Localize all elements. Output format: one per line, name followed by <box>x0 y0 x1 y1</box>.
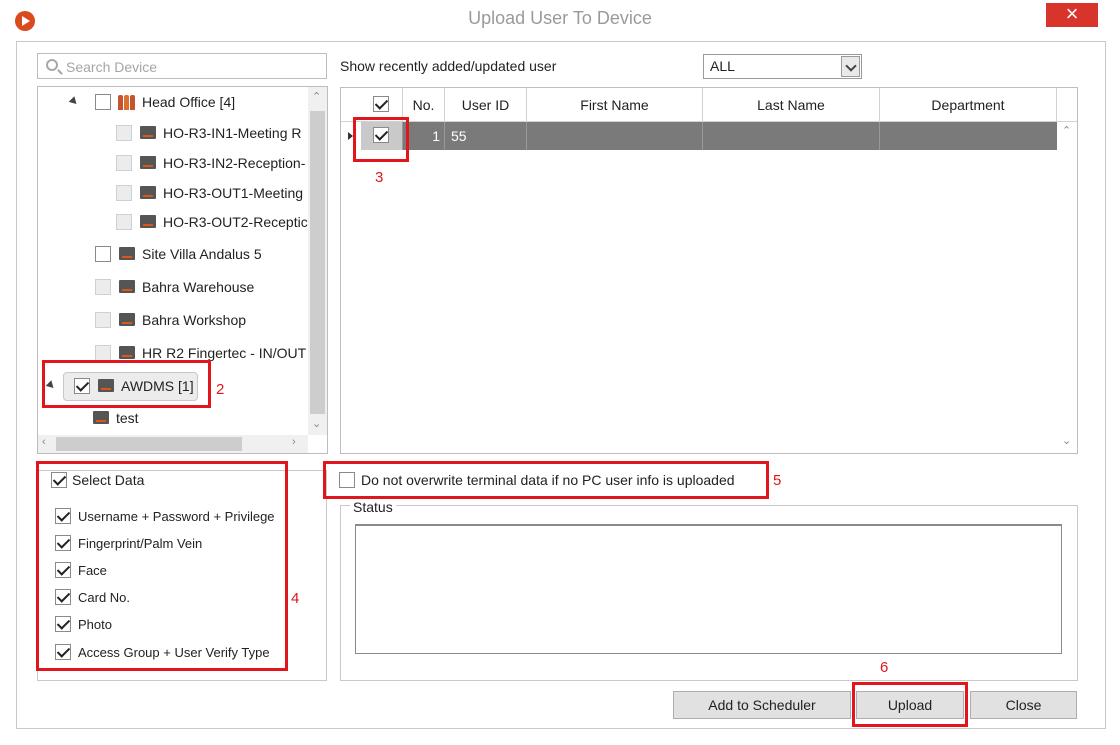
device-icon <box>140 215 156 228</box>
tree-item-device[interactable]: Site Villa Andalus 5 <box>38 242 308 266</box>
cell-first-name[interactable] <box>527 122 703 150</box>
tree-horizontal-scrollbar[interactable]: ‹ › <box>38 435 308 453</box>
tree-item-device[interactable]: HO-R3-OUT2-Receptic <box>38 210 308 234</box>
tree-item-label: HO-R3-OUT1-Meeting <box>163 185 304 201</box>
tree-item-label: Site Villa Andalus 5 <box>142 246 262 262</box>
grid-header-filler <box>1057 88 1077 122</box>
device-icon <box>140 126 156 139</box>
tree-checkbox[interactable] <box>116 185 132 201</box>
column-header-last-name[interactable]: Last Name <box>703 88 880 122</box>
recent-select-value: ALL <box>710 58 735 74</box>
grid-vertical-scrollbar[interactable]: ⌃ ⌄ <box>1057 122 1077 453</box>
tree-item-label: HO-R3-OUT2-Receptic <box>163 214 308 230</box>
tree-checkbox[interactable] <box>116 155 132 171</box>
tree-item-head-office[interactable]: Head Office [4] <box>38 90 308 114</box>
tree-item-label: test <box>116 410 139 426</box>
scroll-down-icon[interactable]: ⌄ <box>312 417 321 430</box>
select-all-checkbox[interactable] <box>373 96 389 112</box>
annotation-number-2: 2 <box>216 381 225 398</box>
tree-item-label: Bahra Warehouse <box>142 279 255 295</box>
column-header-first-name[interactable]: First Name <box>527 88 703 122</box>
column-header-user-id[interactable]: User ID <box>445 88 527 122</box>
upload-user-window: Upload User To Device × Head Office [4] … <box>0 0 1120 745</box>
tree-item-label: HO-R3-IN2-Reception- <box>163 155 306 171</box>
group-icon <box>118 95 136 110</box>
status-textarea[interactable] <box>355 524 1062 654</box>
tree-item-device[interactable]: HO-R3-IN2-Reception- <box>38 151 308 175</box>
tree-item-label: HO-R3-IN1-Meeting R <box>163 125 302 141</box>
annotation-number-4: 4 <box>291 590 300 607</box>
tree-checkbox[interactable] <box>95 94 111 110</box>
annotation-box-2 <box>42 360 211 408</box>
chevron-down-icon[interactable] <box>841 56 860 77</box>
device-icon <box>93 411 109 424</box>
add-to-scheduler-button[interactable]: Add to Scheduler <box>673 691 851 719</box>
table-row[interactable]: 1 55 <box>341 122 1057 150</box>
device-icon <box>119 280 135 293</box>
cell-user-id[interactable]: 55 <box>445 122 527 150</box>
annotation-number-6: 6 <box>880 659 889 676</box>
tree-checkbox[interactable] <box>116 214 132 230</box>
tree-item-test[interactable]: test <box>38 406 308 430</box>
tree-checkbox[interactable] <box>95 345 111 361</box>
tree-checkbox[interactable] <box>116 125 132 141</box>
tree-checkbox[interactable] <box>95 246 111 262</box>
annotation-box-4 <box>36 461 288 671</box>
scrollbar-thumb[interactable] <box>56 437 242 451</box>
tree-item-label: Head Office [4] <box>142 94 236 110</box>
cell-department[interactable] <box>880 122 1057 150</box>
annotation-box-6 <box>852 682 968 727</box>
tree-checkbox[interactable] <box>95 312 111 328</box>
device-icon <box>119 247 135 260</box>
tree-item-label: Bahra Workshop <box>142 312 247 328</box>
device-icon <box>140 186 156 199</box>
tree-item-device[interactable]: Bahra Warehouse <box>38 275 308 299</box>
tree-item-device[interactable]: HO-R3-IN1-Meeting R <box>38 121 308 145</box>
expand-triangle-icon[interactable] <box>68 96 80 107</box>
scroll-down-icon[interactable]: ⌄ <box>1062 434 1071 447</box>
search-icon <box>46 59 58 71</box>
device-icon <box>119 346 135 359</box>
scroll-left-icon[interactable]: ‹ <box>42 436 46 448</box>
recent-users-select[interactable]: ALL <box>703 54 862 79</box>
scrollbar-thumb[interactable] <box>310 111 325 414</box>
window-title: Upload User To Device <box>468 8 652 28</box>
status-legend: Status <box>350 499 396 515</box>
tree-vertical-scrollbar[interactable]: ⌃ ⌄ <box>308 87 327 435</box>
scroll-right-icon[interactable]: › <box>292 436 296 448</box>
annotation-box-5 <box>323 461 769 499</box>
cell-last-name[interactable] <box>703 122 880 150</box>
window-close-button[interactable]: × <box>1046 3 1098 27</box>
tree-checkbox[interactable] <box>95 279 111 295</box>
column-header-department[interactable]: Department <box>880 88 1057 122</box>
close-button[interactable]: Close <box>970 691 1077 719</box>
search-device-input[interactable] <box>66 58 316 76</box>
scroll-up-icon[interactable]: ⌃ <box>312 90 321 103</box>
annotation-number-5: 5 <box>773 472 782 489</box>
annotation-box-3 <box>353 117 409 162</box>
device-icon <box>119 313 135 326</box>
cell-no[interactable]: 1 <box>403 122 445 150</box>
tree-item-device[interactable]: Bahra Workshop <box>38 308 308 332</box>
tree-item-device[interactable]: HO-R3-OUT1-Meeting <box>38 181 308 205</box>
device-icon <box>140 156 156 169</box>
recent-users-label: Show recently added/updated user <box>340 58 557 74</box>
user-grid: No. User ID First Name Last Name Departm… <box>340 87 1078 454</box>
search-device-box[interactable] <box>37 53 327 79</box>
column-header-no[interactable]: No. <box>403 88 445 122</box>
scroll-up-icon[interactable]: ⌃ <box>1062 124 1071 137</box>
annotation-number-3: 3 <box>375 169 384 186</box>
